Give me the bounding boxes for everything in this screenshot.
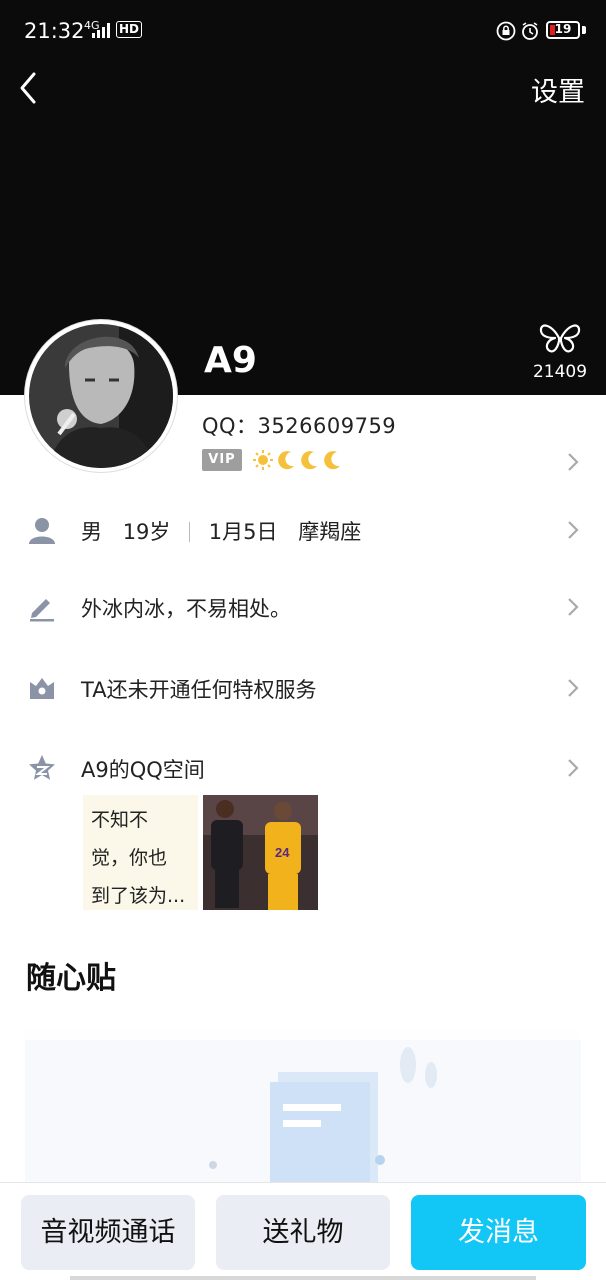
signal-icon	[92, 22, 112, 38]
empty-board-illustration	[25, 1040, 581, 1185]
profile-nickname: A9	[204, 340, 257, 381]
vip-level-row[interactable]: VIP	[202, 449, 343, 471]
alarm-icon	[522, 22, 538, 40]
qzone-post-line: 觉，你也	[91, 847, 168, 869]
zodiac: 摩羯座	[298, 520, 362, 544]
basic-info-row[interactable]: 男 19岁 1月5日 摩羯座	[0, 500, 606, 560]
signature-text: 外冰内冰，不易相处。	[81, 597, 291, 621]
lock-icon	[496, 21, 516, 41]
avatar[interactable]	[29, 324, 173, 468]
hd-badge: HD	[116, 21, 143, 38]
battery-level: 19	[554, 22, 572, 36]
pencil-icon	[30, 599, 54, 622]
privilege-text: TA还未开通任何特权服务	[81, 678, 317, 702]
chevron-right-icon	[568, 521, 579, 539]
privilege-row[interactable]: TA还未开通任何特权服务	[0, 658, 606, 718]
person-icon	[29, 518, 55, 544]
chevron-right-icon	[568, 759, 579, 777]
signature-row[interactable]: 外冰内冰，不易相处。	[0, 577, 606, 637]
status-time: 21:32	[24, 19, 85, 43]
age: 19岁	[122, 520, 171, 544]
qzone-post-line: 到了该为...	[91, 885, 186, 907]
moon-level-icon	[301, 451, 317, 470]
likes-button[interactable]: 21409	[530, 322, 590, 382]
video-call-button[interactable]: 音视频通话	[21, 1195, 195, 1270]
status-bar: 21:32 4G HD 19	[0, 0, 606, 62]
avatar-frame[interactable]	[25, 320, 177, 472]
qzone-post-preview[interactable]: 不知不 觉，你也 到了该为...	[83, 795, 198, 910]
chevron-right-icon[interactable]	[566, 451, 580, 473]
sun-level-icon	[253, 450, 273, 470]
send-gift-button[interactable]: 送礼物	[216, 1195, 390, 1270]
gesture-bar	[70, 1276, 536, 1280]
birthday: 1月5日	[208, 520, 278, 544]
chevron-right-icon	[568, 598, 579, 616]
qzone-text: A9的QQ空间	[81, 758, 205, 782]
settings-button[interactable]: 设置	[531, 70, 585, 109]
bottom-action-bar: 音视频通话 送礼物 发消息	[0, 1182, 606, 1280]
qzone-post-line: 不知不	[91, 809, 149, 831]
send-message-button[interactable]: 发消息	[411, 1195, 586, 1270]
battery-icon: 19	[546, 21, 580, 39]
qzone-star-icon	[29, 755, 55, 780]
qzone-row[interactable]: A9的QQ空间	[0, 738, 606, 798]
vip-badge: VIP	[202, 449, 242, 471]
crown-icon	[30, 678, 54, 699]
level-icons	[252, 449, 343, 471]
svg-text:24: 24	[275, 845, 290, 860]
qq-number: QQ：3526609759	[202, 414, 397, 438]
section-title: 随心贴	[26, 961, 116, 996]
gender: 男	[81, 520, 102, 544]
butterfly-like-icon	[539, 324, 581, 353]
sticker-board[interactable]	[25, 1020, 581, 1185]
chevron-right-icon	[568, 679, 579, 697]
divider	[189, 522, 191, 542]
back-arrow-icon[interactable]	[14, 70, 46, 106]
likes-count: 21409	[532, 362, 588, 382]
qzone-photo[interactable]: 24	[203, 795, 318, 910]
moon-level-icon	[324, 451, 340, 470]
moon-level-icon	[278, 451, 294, 470]
battery-tip	[582, 26, 586, 34]
